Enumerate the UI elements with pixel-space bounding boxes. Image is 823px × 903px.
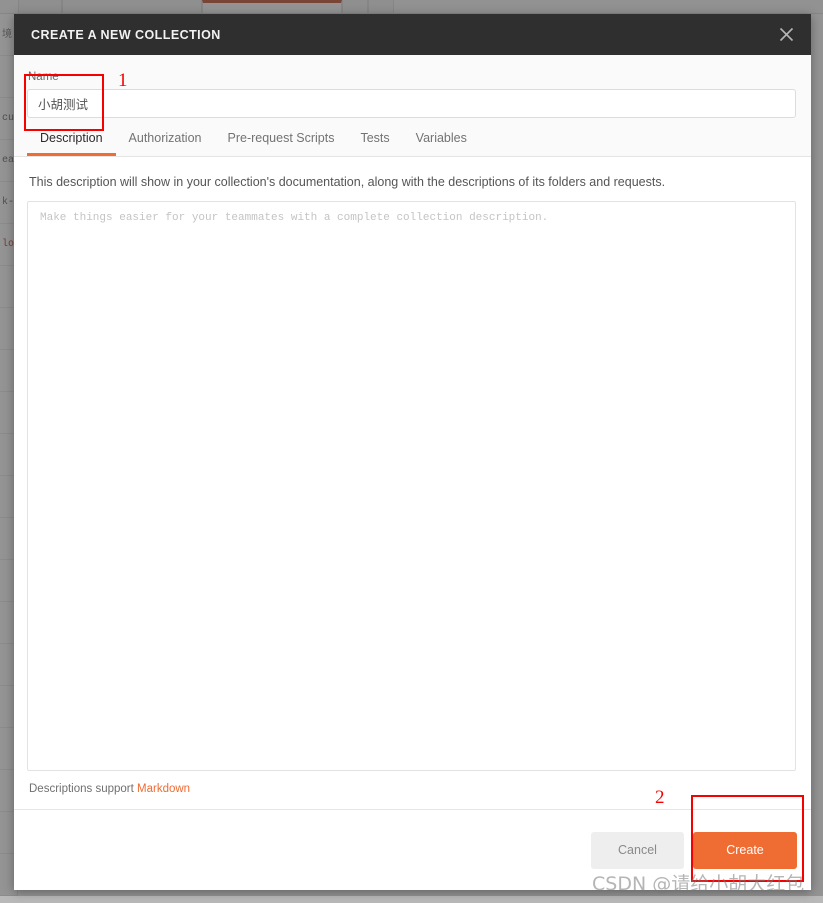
description-textarea[interactable] bbox=[27, 201, 796, 771]
modal-body: This description will show in your colle… bbox=[14, 157, 811, 809]
create-collection-modal: CREATE A NEW COLLECTION Name Description… bbox=[14, 14, 811, 890]
tab-pre-request-scripts[interactable]: Pre-request Scripts bbox=[215, 131, 348, 156]
tab-description[interactable]: Description bbox=[27, 131, 116, 156]
modal-footer: Cancel Create bbox=[14, 809, 811, 890]
create-button[interactable]: Create bbox=[693, 831, 797, 869]
modal-header: CREATE A NEW COLLECTION bbox=[14, 14, 811, 55]
markdown-link[interactable]: Markdown bbox=[137, 783, 190, 795]
modal-upper-section: Name Description Authorization Pre-reque… bbox=[14, 55, 811, 157]
close-icon[interactable] bbox=[774, 23, 798, 47]
description-help-text: This description will show in your colle… bbox=[29, 175, 666, 189]
modal-title: CREATE A NEW COLLECTION bbox=[31, 27, 221, 42]
collection-name-input[interactable] bbox=[27, 89, 796, 118]
name-section: Name bbox=[14, 55, 811, 118]
window-bottom-strip bbox=[0, 896, 823, 903]
cancel-button[interactable]: Cancel bbox=[591, 831, 684, 869]
markdown-note-text: Descriptions support bbox=[29, 783, 138, 795]
tab-tests[interactable]: Tests bbox=[347, 131, 402, 156]
tab-authorization[interactable]: Authorization bbox=[116, 131, 215, 156]
markdown-note: Descriptions support Markdown bbox=[27, 771, 798, 809]
modal-tab-bar: Description Authorization Pre-request Sc… bbox=[14, 118, 811, 156]
name-label: Name bbox=[28, 71, 59, 83]
tab-variables[interactable]: Variables bbox=[403, 131, 480, 156]
